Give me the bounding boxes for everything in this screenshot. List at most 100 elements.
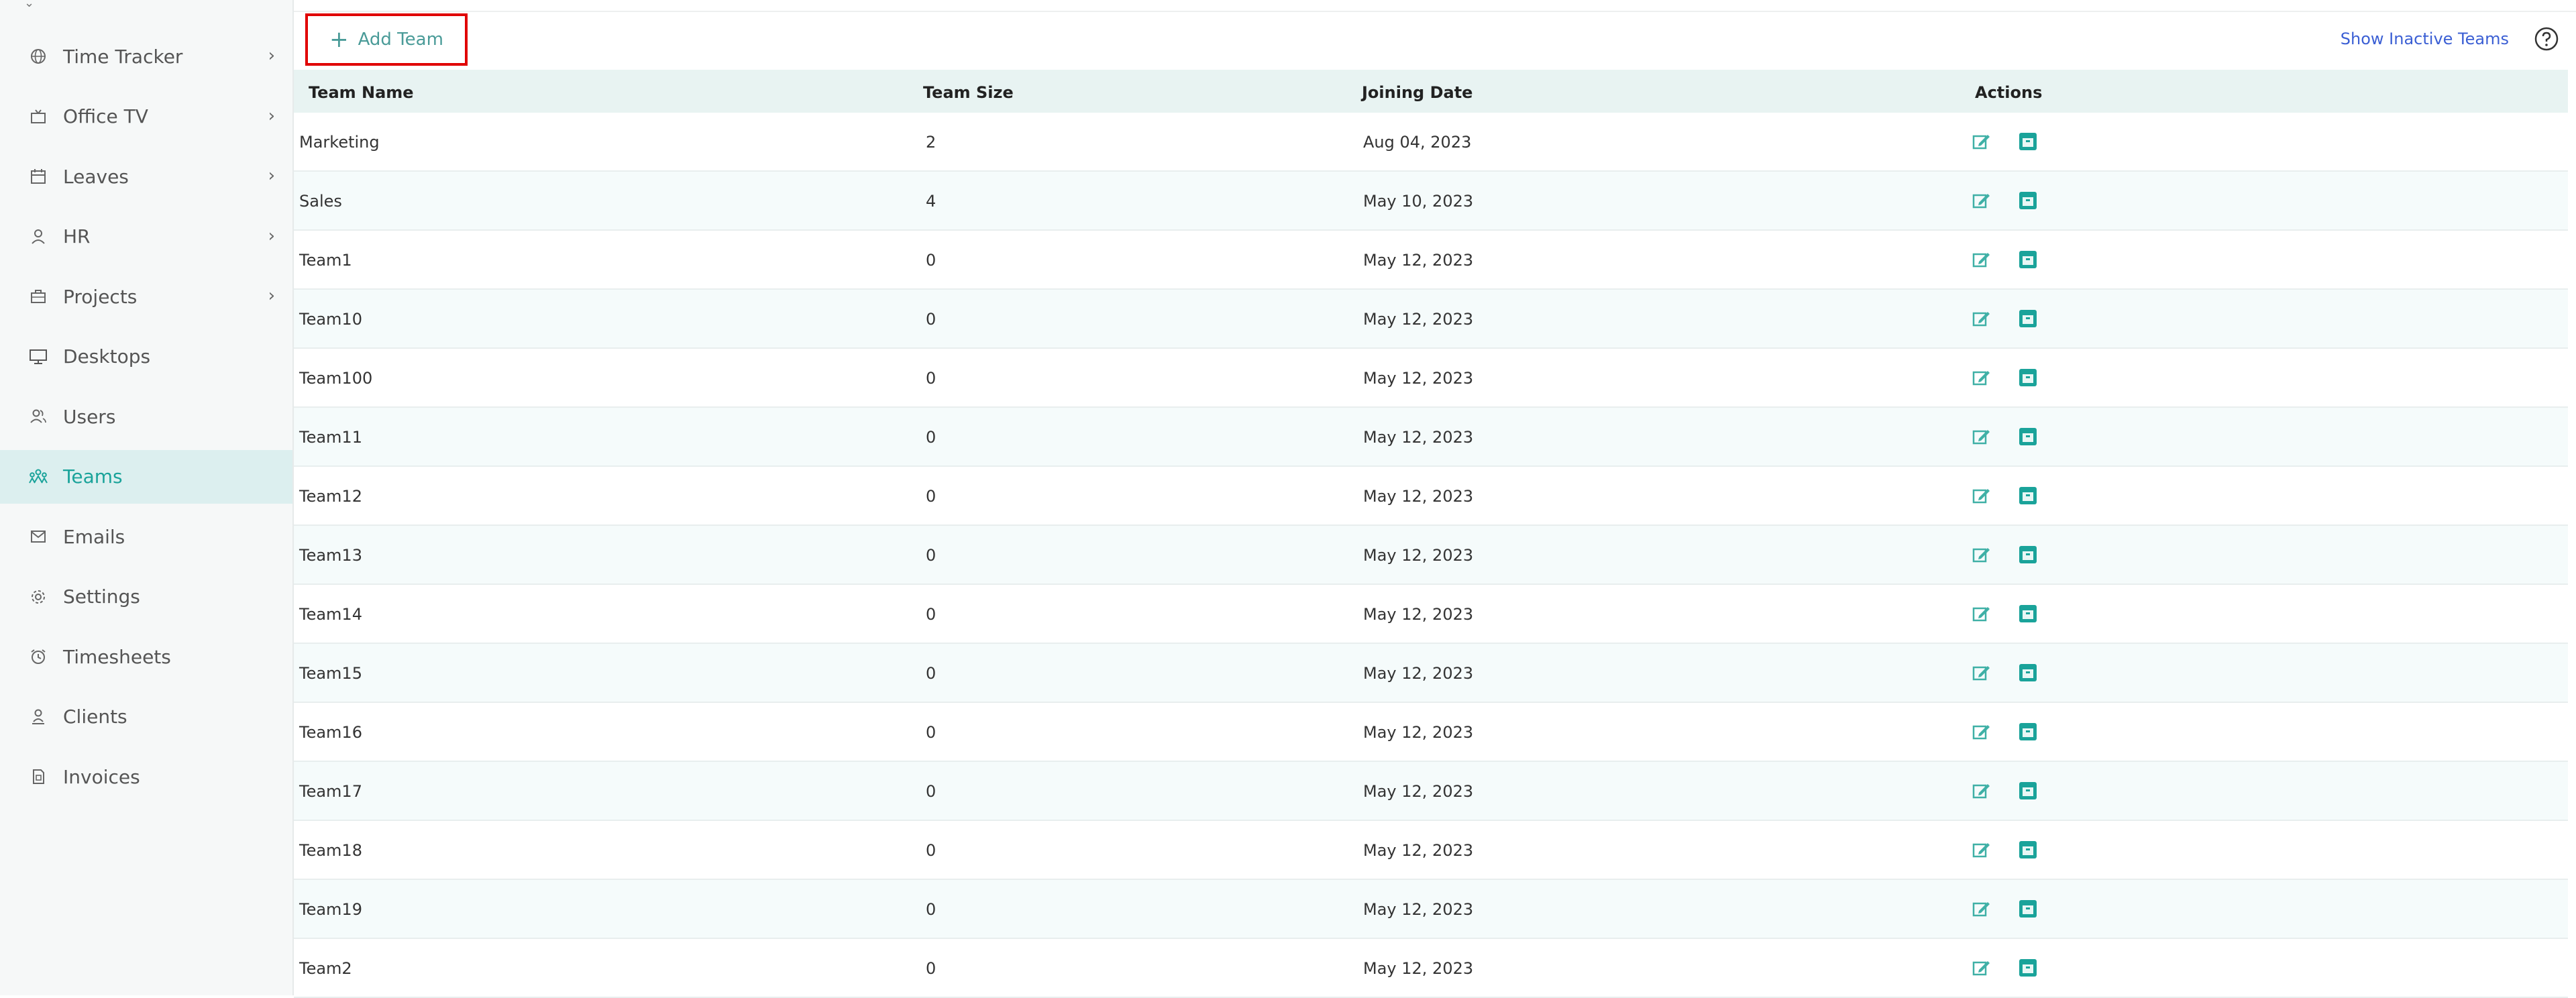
joining-date-cell: May 12, 2023 [1363, 251, 1474, 270]
table-header: Team Name Team Size Joining Date Actions [294, 70, 2568, 113]
archive-icon[interactable] [2018, 249, 2038, 270]
header-team-size[interactable]: Team Size [923, 83, 1014, 102]
sidebar-item-desktops[interactable]: Desktops [0, 330, 292, 384]
team-icon [28, 467, 48, 487]
team-size-cell: 0 [926, 664, 936, 683]
joining-date-cell: May 12, 2023 [1363, 310, 1474, 329]
joining-date-cell: May 12, 2023 [1363, 959, 1474, 978]
team-name-cell: Team11 [299, 428, 362, 447]
archive-icon[interactable] [2018, 663, 2038, 683]
sidebar-item-emails[interactable]: Emails [0, 510, 292, 563]
sidebar-item-label: Office TV [63, 105, 148, 127]
team-size-cell: 0 [926, 723, 936, 742]
table-row: Team19 0 May 12, 2023 [294, 880, 2568, 939]
sidebar-item-invoices[interactable]: Invoices [0, 750, 292, 803]
team-size-cell: 0 [926, 841, 936, 860]
chevron-right-icon[interactable]: › [268, 286, 275, 306]
edit-icon[interactable] [1971, 545, 1991, 565]
archive-icon[interactable] [2018, 190, 2038, 211]
table-row: Team2 0 May 12, 2023 [294, 939, 2568, 998]
sidebar-item-settings[interactable]: Settings [0, 570, 292, 624]
sidebar-item-time-tracker[interactable]: Time Tracker › [0, 30, 292, 83]
header-team-name[interactable]: Team Name [309, 83, 414, 102]
team-size-cell: 0 [926, 900, 936, 919]
person-icon [28, 227, 48, 247]
edit-icon[interactable] [1971, 427, 1991, 447]
sidebar-item-label: Users [63, 405, 116, 428]
team-name-cell: Team100 [299, 369, 373, 388]
edit-icon[interactable] [1971, 190, 1991, 211]
archive-icon[interactable] [2018, 958, 2038, 978]
edit-icon[interactable] [1971, 249, 1991, 270]
team-name-cell: Team17 [299, 782, 362, 801]
table-row: Team11 0 May 12, 2023 [294, 408, 2568, 467]
edit-icon[interactable] [1971, 604, 1991, 624]
joining-date-cell: May 12, 2023 [1363, 841, 1474, 860]
joining-date-cell: May 12, 2023 [1363, 428, 1474, 447]
team-size-cell: 0 [926, 369, 936, 388]
archive-icon[interactable] [2018, 131, 2038, 152]
table-row: Team17 0 May 12, 2023 [294, 762, 2568, 821]
sidebar-item-label: Leaves [63, 165, 129, 188]
sidebar-item-clients[interactable]: Clients [0, 690, 292, 744]
joining-date-cell: May 12, 2023 [1363, 664, 1474, 683]
archive-icon[interactable] [2018, 368, 2038, 388]
sidebar-item-timesheets[interactable]: Timesheets [0, 630, 292, 683]
sidebar-item-label: Desktops [63, 345, 151, 368]
sidebar-item-label: Settings [63, 586, 140, 608]
teams-table-body: Marketing 2 Aug 04, 2023 Sales 4 May 10, 2023… [294, 113, 2568, 998]
team-name-cell: Sales [299, 192, 342, 211]
sidebar-item-office-tv[interactable]: Office TV › [0, 90, 292, 144]
archive-icon[interactable] [2018, 309, 2038, 329]
team-size-cell: 2 [926, 133, 936, 152]
edit-icon[interactable] [1971, 958, 1991, 978]
team-size-cell: 0 [926, 487, 936, 506]
table-row: Team13 0 May 12, 2023 [294, 526, 2568, 585]
archive-icon[interactable] [2018, 840, 2038, 860]
edit-icon[interactable] [1971, 840, 1991, 860]
add-team-button[interactable]: + Add Team [305, 13, 468, 66]
sidebar-item-hr[interactable]: HR › [0, 210, 292, 264]
joining-date-cell: May 10, 2023 [1363, 192, 1474, 211]
edit-icon[interactable] [1971, 722, 1991, 742]
chevron-right-icon[interactable]: › [268, 166, 275, 186]
sidebar-item-projects[interactable]: Projects › [0, 270, 292, 323]
edit-icon[interactable] [1971, 368, 1991, 388]
edit-icon[interactable] [1971, 486, 1991, 506]
sidebar-item-teams[interactable]: Teams [0, 449, 292, 504]
chevron-right-icon[interactable]: › [268, 106, 275, 126]
edit-icon[interactable] [1971, 899, 1991, 919]
archive-icon[interactable] [2018, 604, 2038, 624]
monitor-icon [28, 347, 48, 367]
team-name-cell: Team14 [299, 605, 362, 624]
archive-icon[interactable] [2018, 427, 2038, 447]
team-size-cell: 0 [926, 782, 936, 801]
team-name-cell: Team19 [299, 900, 362, 919]
alarm-clock-icon [28, 647, 48, 667]
archive-icon[interactable] [2018, 899, 2038, 919]
archive-icon[interactable] [2018, 722, 2038, 742]
sidebar-item-label: Projects [63, 285, 138, 308]
edit-icon[interactable] [1971, 781, 1991, 801]
table-row: Team18 0 May 12, 2023 [294, 821, 2568, 880]
edit-icon[interactable] [1971, 663, 1991, 683]
team-size-cell: 0 [926, 428, 936, 447]
header-joining-date[interactable]: Joining Date [1362, 83, 1472, 102]
sidebar-item-leaves[interactable]: Leaves › [0, 150, 292, 203]
globe-icon [28, 46, 48, 66]
help-icon[interactable] [2533, 25, 2560, 52]
team-name-cell: Team12 [299, 487, 362, 506]
archive-icon[interactable] [2018, 545, 2038, 565]
show-inactive-teams-link[interactable]: Show Inactive Teams [2341, 30, 2509, 48]
joining-date-cell: May 12, 2023 [1363, 369, 1474, 388]
chevron-right-icon[interactable]: › [268, 226, 275, 246]
archive-icon[interactable] [2018, 781, 2038, 801]
team-name-cell: Team16 [299, 723, 362, 742]
sidebar-item-users[interactable]: Users [0, 390, 292, 443]
team-name-cell: Marketing [299, 133, 380, 152]
edit-icon[interactable] [1971, 131, 1991, 152]
chevron-right-icon[interactable]: › [268, 46, 275, 66]
edit-icon[interactable] [1971, 309, 1991, 329]
archive-icon[interactable] [2018, 486, 2038, 506]
app-window: ⌄ Time Tracker › Office TV › Leaves › HR › Proje… [0, 0, 2576, 998]
